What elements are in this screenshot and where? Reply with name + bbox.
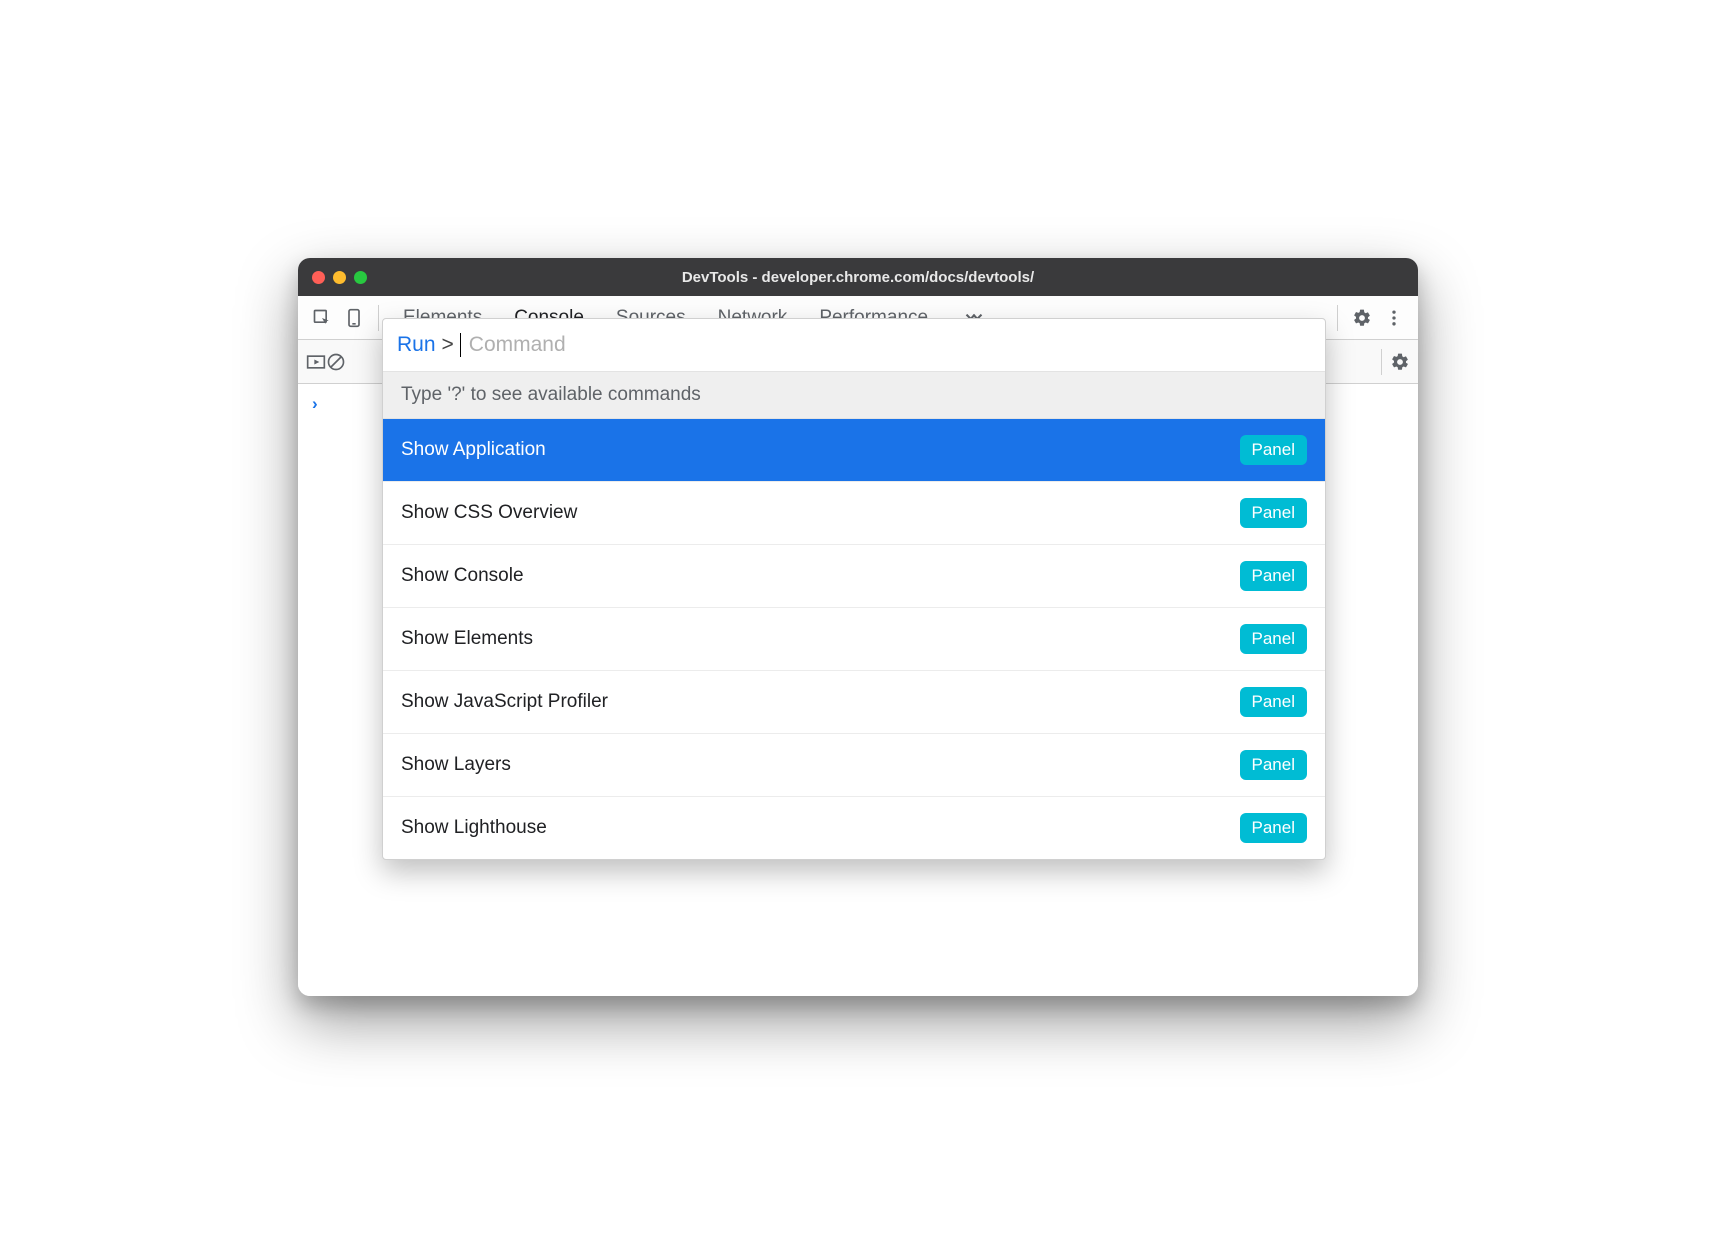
command-item-label: Show Layers (401, 754, 511, 776)
command-item-badge: Panel (1240, 561, 1307, 591)
command-input-row[interactable]: Run > Command (383, 319, 1325, 371)
command-run-label: Run (397, 333, 436, 357)
console-settings-icon[interactable] (1390, 352, 1410, 372)
command-list: Show Application Panel Show CSS Overview… (383, 419, 1325, 859)
command-item[interactable]: Show Elements Panel (383, 608, 1325, 671)
window-title: DevTools - developer.chrome.com/docs/dev… (298, 269, 1418, 286)
maximize-window-button[interactable] (354, 271, 367, 284)
command-item-label: Show Console (401, 565, 524, 587)
sidebar-toggle-icon[interactable] (306, 354, 326, 370)
command-item-label: Show JavaScript Profiler (401, 691, 608, 713)
command-item[interactable]: Show Application Panel (383, 419, 1325, 482)
command-item[interactable]: Show JavaScript Profiler Panel (383, 671, 1325, 734)
device-toggle-icon[interactable] (338, 302, 370, 334)
traffic-lights (312, 271, 367, 284)
minimize-window-button[interactable] (333, 271, 346, 284)
clear-console-icon[interactable] (326, 352, 346, 372)
command-menu: Run > Command Type '?' to see available c… (382, 318, 1326, 860)
command-placeholder: Command (469, 333, 566, 357)
command-item-badge: Panel (1240, 687, 1307, 717)
command-item-label: Show Application (401, 439, 546, 461)
command-item-badge: Panel (1240, 435, 1307, 465)
command-item-label: Show CSS Overview (401, 502, 577, 524)
toolbar-separator (378, 305, 379, 331)
inspect-element-icon[interactable] (306, 302, 338, 334)
close-window-button[interactable] (312, 271, 325, 284)
command-item[interactable]: Show CSS Overview Panel (383, 482, 1325, 545)
command-prompt-symbol: > (442, 333, 454, 357)
kebab-menu-icon[interactable] (1378, 302, 1410, 334)
command-item-label: Show Elements (401, 628, 533, 650)
toolbar-separator (1337, 305, 1338, 331)
command-hint: Type '?' to see available commands (383, 371, 1325, 419)
command-item-badge: Panel (1240, 624, 1307, 654)
command-item[interactable]: Show Layers Panel (383, 734, 1325, 797)
command-item-badge: Panel (1240, 750, 1307, 780)
command-item-label: Show Lighthouse (401, 817, 547, 839)
command-item[interactable]: Show Lighthouse Panel (383, 797, 1325, 859)
command-item-badge: Panel (1240, 498, 1307, 528)
console-prompt-caret-icon: › (312, 394, 318, 413)
devtools-window: DevTools - developer.chrome.com/docs/dev… (298, 258, 1418, 996)
text-cursor (460, 333, 461, 357)
command-item[interactable]: Show Console Panel (383, 545, 1325, 608)
toolbar-separator (1381, 349, 1382, 375)
titlebar: DevTools - developer.chrome.com/docs/dev… (298, 258, 1418, 296)
command-item-badge: Panel (1240, 813, 1307, 843)
settings-icon[interactable] (1346, 302, 1378, 334)
